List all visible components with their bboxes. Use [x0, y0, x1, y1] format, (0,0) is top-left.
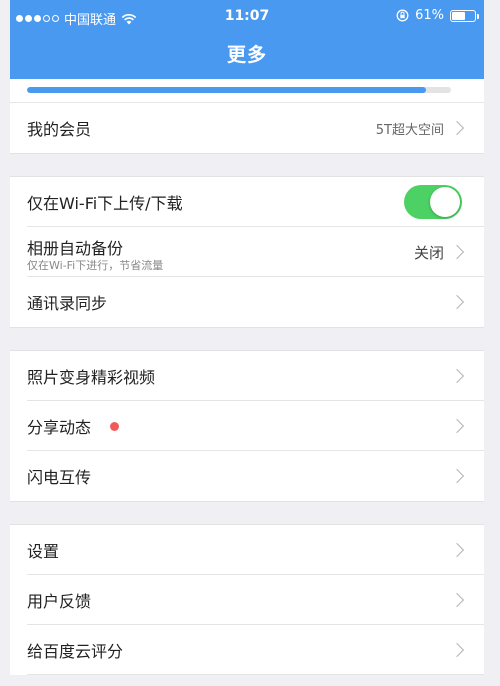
chevron-right-icon [449, 368, 465, 384]
album-backup-value: 关闭 [413, 243, 444, 262]
feedback-row[interactable]: 用户反馈 [10, 575, 484, 625]
chevron-right-icon [449, 592, 465, 608]
wifi-only-label: 仅在Wi-Fi下上传/下载 [27, 194, 183, 213]
settings-row[interactable]: 设置 [10, 525, 484, 575]
feedback-label: 用户反馈 [27, 592, 92, 611]
rate-app-label: 给百度云评分 [27, 642, 124, 661]
page-title: 更多 [226, 44, 267, 66]
storage-progress-fill [27, 87, 426, 93]
contacts-sync-label: 通讯录同步 [27, 294, 108, 313]
app-screen: 中国联通 11:07 61% 更多 我的会员 5T超大空间 仅在Wi-Fi下上传… [10, 0, 484, 686]
share-feed-label: 分享动态 [27, 418, 92, 437]
section-divider [10, 327, 484, 351]
flash-transfer-label: 闪电互传 [27, 468, 92, 487]
membership-value: 5T超大空间 [375, 122, 444, 138]
chevron-right-icon [449, 244, 465, 260]
toggle-knob [430, 187, 460, 217]
album-backup-label: 相册自动备份 [27, 239, 124, 258]
battery-percent: 61% [415, 8, 444, 23]
chevron-right-icon [449, 468, 465, 484]
nav-header: 中国联通 11:07 61% 更多 [10, 0, 484, 79]
section-divider [10, 153, 484, 177]
battery-area: 61% [396, 8, 479, 23]
section-divider [10, 501, 484, 525]
storage-usage[interactable] [10, 79, 484, 103]
membership-label: 我的会员 [27, 120, 92, 139]
chevron-right-icon [449, 418, 465, 434]
membership-row[interactable]: 我的会员 5T超大空间 [10, 103, 484, 153]
contacts-sync-row[interactable]: 通讯录同步 [10, 277, 484, 327]
notification-dot-icon [110, 421, 119, 431]
flash-transfer-row[interactable]: 闪电互传 [10, 451, 484, 501]
share-feed-row[interactable]: 分享动态 [10, 401, 484, 451]
album-backup-row[interactable]: 相册自动备份 仅在Wi-Fi下进行，节省流量 关闭 [10, 227, 484, 277]
album-backup-subtitle: 仅在Wi-Fi下进行，节省流量 [27, 259, 164, 272]
chevron-right-icon [449, 542, 465, 558]
photo-video-row[interactable]: 照片变身精彩视频 [10, 351, 484, 401]
wifi-only-row: 仅在Wi-Fi下上传/下载 [10, 177, 484, 227]
chevron-right-icon [449, 642, 465, 658]
storage-progress-bar [27, 87, 451, 93]
rotation-lock-icon [396, 9, 409, 22]
chevron-right-icon [449, 294, 465, 310]
settings-label: 设置 [27, 542, 60, 561]
rate-app-row[interactable]: 给百度云评分 [10, 625, 484, 675]
photo-video-label: 照片变身精彩视频 [27, 368, 156, 387]
wifi-only-toggle[interactable] [404, 185, 462, 219]
status-bar: 中国联通 11:07 61% [10, 0, 484, 34]
battery-icon [450, 9, 479, 22]
chevron-right-icon [449, 120, 465, 136]
